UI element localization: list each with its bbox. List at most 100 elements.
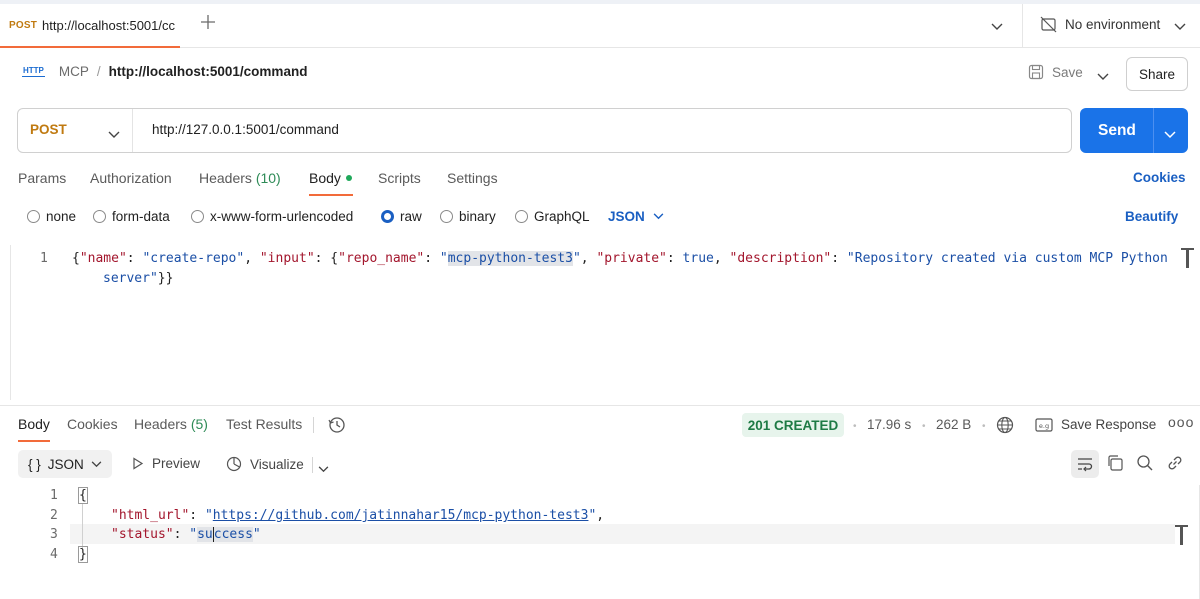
radio-binary[interactable]: binary bbox=[440, 209, 496, 224]
radio-raw-label: raw bbox=[400, 209, 422, 224]
preview-button[interactable]: Preview bbox=[132, 456, 200, 471]
radio-raw[interactable]: raw bbox=[381, 209, 422, 224]
radio-form-data[interactable]: form-data bbox=[93, 209, 170, 224]
response-tabs-divider bbox=[313, 417, 314, 433]
save-response-icon: e.g bbox=[1035, 417, 1053, 432]
response-line-2[interactable]: "html_url": "https://github.com/jatinnah… bbox=[111, 508, 604, 523]
preview-label: Preview bbox=[152, 456, 201, 471]
search-icon[interactable] bbox=[1136, 454, 1154, 475]
response-tab-headers[interactable]: Headers (5) bbox=[134, 416, 208, 432]
environment-chevron-icon[interactable] bbox=[1174, 18, 1186, 34]
request-tab[interactable]: POST http://localhost:5001/cc bbox=[0, 4, 180, 48]
json-braces-icon: { } bbox=[28, 456, 41, 472]
save-response-label: Save Response bbox=[1061, 417, 1157, 432]
visualize-chevron-icon[interactable] bbox=[318, 460, 329, 476]
radio-graphql-label: GraphQL bbox=[534, 209, 590, 224]
copy-icon[interactable] bbox=[1106, 454, 1124, 475]
body-modified-dot bbox=[345, 175, 352, 182]
environment-selector[interactable]: No environment bbox=[1040, 16, 1160, 33]
visualize-button[interactable]: Visualize bbox=[226, 456, 304, 472]
more-options-icon[interactable]: ooo bbox=[1168, 414, 1194, 430]
response-line-4[interactable]: } bbox=[78, 546, 88, 563]
save-button[interactable]: Save bbox=[1028, 64, 1083, 80]
response-tab-test-results[interactable]: Test Results bbox=[226, 416, 302, 432]
radio-circle bbox=[191, 210, 204, 223]
raw-language-selector[interactable]: JSON bbox=[608, 209, 664, 224]
send-label: Send bbox=[1098, 122, 1136, 139]
html-url-link[interactable]: https://github.com/jatinnahar15/mcp-pyth… bbox=[213, 508, 589, 523]
tab-authorization[interactable]: Authorization bbox=[90, 170, 172, 186]
method-chevron-icon[interactable] bbox=[108, 126, 120, 142]
breadcrumb-current-request[interactable]: http://localhost:5001/command bbox=[109, 64, 308, 79]
visualize-label: Visualize bbox=[250, 456, 304, 472]
play-icon bbox=[133, 457, 144, 470]
send-button[interactable]: Send bbox=[1080, 108, 1188, 153]
request-body-line-1-wrap[interactable]: server"}} bbox=[103, 271, 173, 286]
tab-scripts[interactable]: Scripts bbox=[378, 170, 421, 186]
line-number: 3 bbox=[50, 527, 58, 542]
history-icon[interactable] bbox=[328, 416, 346, 437]
code-token: { bbox=[72, 251, 80, 266]
text-cursor-ibeam-icon bbox=[1186, 248, 1189, 268]
meta-separator-dot: • bbox=[982, 421, 986, 432]
response-format-label: JSON bbox=[47, 456, 84, 472]
request-body-editor[interactable] bbox=[10, 245, 1198, 400]
code-token: "repo_name" bbox=[338, 251, 425, 266]
code-token: "name" bbox=[79, 251, 127, 266]
new-tab-plus-icon[interactable] bbox=[200, 14, 216, 34]
code-token: " bbox=[588, 508, 597, 523]
format-chevron-icon bbox=[91, 460, 102, 467]
code-token: "html_url" bbox=[111, 508, 190, 523]
breadcrumb-separator: / bbox=[96, 64, 101, 79]
send-options-chevron-icon[interactable] bbox=[1164, 126, 1176, 142]
tab-params[interactable]: Params bbox=[18, 170, 66, 186]
response-format-selector[interactable]: { } JSON bbox=[18, 450, 112, 478]
code-token: "private" bbox=[596, 251, 667, 266]
tab-bar bbox=[0, 4, 1200, 48]
tab-body[interactable]: Body bbox=[309, 170, 352, 186]
network-globe-icon[interactable] bbox=[996, 416, 1014, 437]
response-tab-body[interactable]: Body bbox=[18, 416, 50, 432]
method-selector[interactable]: POST bbox=[30, 122, 67, 137]
code-token: "status" bbox=[111, 527, 174, 542]
text-cursor-ibeam-icon-top bbox=[1181, 248, 1194, 250]
radio-none[interactable]: none bbox=[27, 209, 76, 224]
tabs-dropdown-chevron-icon[interactable] bbox=[991, 18, 1003, 34]
request-body-line-1[interactable]: {"name": "create-repo", "input": {"repo_… bbox=[72, 251, 1168, 266]
environment-divider bbox=[1022, 4, 1023, 48]
response-size[interactable]: 262 B bbox=[936, 417, 971, 432]
code-token: true bbox=[682, 251, 714, 266]
response-line-3[interactable]: "status": "success" bbox=[111, 527, 261, 542]
response-time[interactable]: 17.96 s bbox=[867, 417, 911, 432]
save-response-button[interactable]: e.g Save Response bbox=[1035, 417, 1156, 432]
radio-binary-label: binary bbox=[459, 209, 496, 224]
wrap-lines-button[interactable] bbox=[1071, 450, 1099, 478]
link-icon[interactable] bbox=[1166, 454, 1184, 475]
line-number: 1 bbox=[40, 251, 48, 266]
send-divider bbox=[1153, 108, 1154, 153]
save-options-chevron-icon[interactable] bbox=[1097, 68, 1109, 84]
tab-method: POST bbox=[9, 19, 38, 31]
code-token: " bbox=[204, 508, 213, 523]
tab-url: http://localhost:5001/cc bbox=[42, 17, 176, 33]
cookies-link[interactable]: Cookies bbox=[1133, 170, 1186, 185]
line-number: 2 bbox=[50, 508, 58, 523]
breadcrumb-collection[interactable]: MCP bbox=[59, 64, 89, 79]
code-token: "input" bbox=[259, 251, 315, 266]
wrap-lines-icon bbox=[1078, 458, 1093, 472]
environment-label: No environment bbox=[1065, 17, 1161, 32]
response-status-badge[interactable]: 201 CREATED bbox=[742, 413, 844, 437]
radio-circle bbox=[27, 210, 40, 223]
url-input[interactable]: http://127.0.0.1:5001/command bbox=[152, 122, 339, 137]
share-button[interactable]: Share bbox=[1126, 57, 1188, 91]
response-tab-cookies[interactable]: Cookies bbox=[67, 416, 118, 432]
tab-settings[interactable]: Settings bbox=[447, 170, 498, 186]
tab-headers[interactable]: Headers (10) bbox=[199, 170, 281, 186]
text-cursor-ibeam-icon-top bbox=[1175, 525, 1188, 527]
request-response-divider[interactable] bbox=[0, 405, 1200, 406]
selected-text: ccess bbox=[213, 527, 253, 542]
radio-graphql[interactable]: GraphQL bbox=[515, 209, 590, 224]
radio-urlencoded[interactable]: x-www-form-urlencoded bbox=[191, 209, 353, 224]
beautify-link[interactable]: Beautify bbox=[1125, 209, 1178, 224]
response-line-1[interactable]: { bbox=[78, 487, 88, 504]
